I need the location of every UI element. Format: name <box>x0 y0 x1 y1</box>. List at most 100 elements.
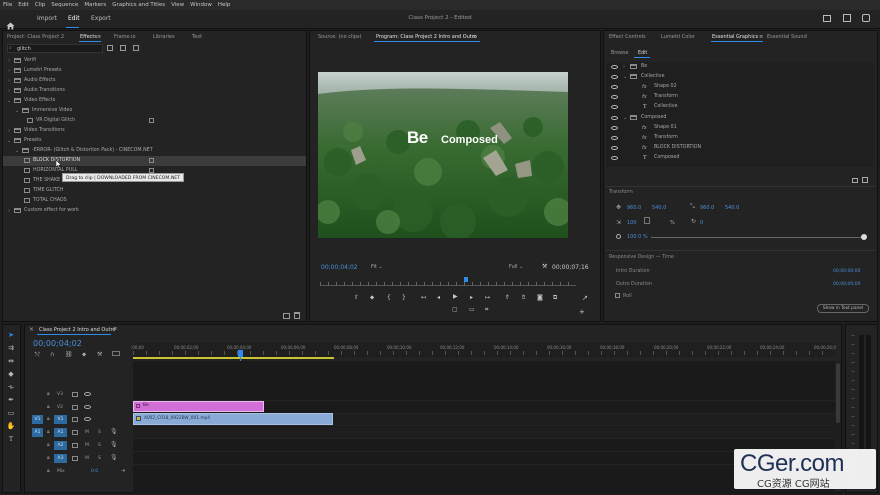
tree-row[interactable]: ⌄ Presets <box>3 136 303 146</box>
tree-row[interactable]: TIME GLITCH <box>3 186 303 196</box>
new-group-icon[interactable] <box>852 178 858 183</box>
scale-lock-icon[interactable] <box>644 217 650 224</box>
expand-arrow-icon[interactable]: ⌄ <box>13 106 21 116</box>
camera-icon[interactable]: ◙ <box>537 294 543 301</box>
lock-icon[interactable]: 🔒︎ <box>47 416 50 422</box>
menu-markers[interactable]: Markers <box>84 2 106 8</box>
tab-text[interactable]: Text <box>192 34 202 40</box>
tree-row[interactable]: › Lumetri Presets <box>3 66 303 76</box>
lock-icon[interactable]: 🔒︎ <box>47 455 50 461</box>
tree-row[interactable]: VR Digital Glitch <box>3 116 303 126</box>
timeline-vertical-scrollbar[interactable] <box>835 361 841 456</box>
type-tool-icon[interactable]: T <box>6 435 16 444</box>
track-lane-v3[interactable] <box>133 389 835 401</box>
32bit-filter-icon[interactable] <box>120 45 126 51</box>
vr-icon[interactable]: ▭ <box>469 306 475 313</box>
timeline-timecode[interactable]: 00;00;04;02 <box>33 339 82 348</box>
rectangle-tool-icon[interactable]: ▭ <box>6 409 16 418</box>
menu-view[interactable]: View <box>171 2 184 8</box>
sync-lock-icon[interactable] <box>72 430 78 435</box>
tree-row[interactable]: › Verifi <box>3 56 303 66</box>
collapse-arrow-icon[interactable]: › <box>5 56 13 66</box>
program-menu-icon[interactable]: ≡ <box>472 34 476 40</box>
mute-button[interactable]: M <box>85 456 89 461</box>
collapse-arrow-icon[interactable]: › <box>5 66 13 76</box>
timeline-menu-icon[interactable]: ≡ <box>113 326 117 332</box>
timeline-wrench-icon[interactable]: ⚒ <box>97 351 102 358</box>
lift-icon[interactable]: ⇮ <box>505 294 510 301</box>
lock-icon[interactable]: 🔒︎ <box>47 391 50 397</box>
menu-sequence[interactable]: Sequence <box>51 2 78 8</box>
eg-layer-row[interactable]: fx Transform <box>608 133 874 143</box>
lock-icon[interactable]: 🔒︎ <box>47 429 50 435</box>
razor-tool-icon[interactable]: ◆ <box>6 370 16 379</box>
menu-graphics[interactable]: Graphics and Titles <box>112 2 165 8</box>
program-video-frame[interactable]: Be Composed <box>318 72 568 238</box>
visibility-eye-icon[interactable] <box>611 146 618 150</box>
safe-margins-icon[interactable]: ▢ <box>452 306 458 313</box>
menu-window[interactable]: Window <box>190 2 212 8</box>
mute-button[interactable]: M <box>85 430 89 435</box>
timeline-tab[interactable]: Class Project 2 Intro and Outro <box>39 327 115 333</box>
track-target-a1[interactable]: A1 <box>54 428 67 437</box>
anchor-y-value[interactable]: 540.0 <box>725 205 739 211</box>
eg-layer-row[interactable]: T Composed <box>608 153 874 163</box>
tree-row[interactable]: ⌄ Video Effects <box>3 96 303 106</box>
fit-dropdown[interactable]: Fit ⌄ <box>371 264 383 270</box>
tree-row[interactable]: › Video Transitions <box>3 126 303 136</box>
expand-arrow-icon[interactable]: ⌄ <box>5 136 13 146</box>
visibility-eye-icon[interactable] <box>611 85 618 89</box>
lock-icon[interactable]: 🔒︎ <box>47 404 50 410</box>
captions-icon[interactable] <box>112 351 120 356</box>
menu-clip[interactable]: Clip <box>35 2 45 8</box>
microphone-icon[interactable]: 🎙︎ <box>110 441 118 448</box>
solo-button[interactable]: S <box>98 456 101 461</box>
timeline-playhead-handle[interactable] <box>238 350 243 357</box>
effects-search-input[interactable]: ⌕ glitch <box>7 44 103 53</box>
tab-program[interactable]: Program: Class Project 2 Intro and Outro <box>376 34 477 40</box>
eg-layer-row[interactable]: › Be <box>608 62 874 72</box>
show-in-text-panel-button[interactable]: Show in Text panel <box>817 304 869 313</box>
eg-layer-row[interactable]: fx Shape 01 <box>608 123 874 133</box>
tab-effects[interactable]: Effects <box>80 34 97 40</box>
lock-icon[interactable]: 🔒︎ <box>47 468 50 474</box>
quality-dropdown[interactable]: Full ⌄ <box>509 264 523 270</box>
visibility-eye-icon[interactable] <box>611 156 618 160</box>
tab-essential-sound[interactable]: Essential Sound <box>767 34 807 40</box>
tab-libraries[interactable]: Libraries <box>153 34 175 40</box>
expand-arrow-icon[interactable]: ⌄ <box>13 146 21 156</box>
eg-layer-row[interactable]: ⌄ Composed <box>608 113 874 123</box>
comparison-icon[interactable]: ⧉ <box>553 294 557 302</box>
eg-layer-row[interactable]: fx Shape 02 <box>608 82 874 92</box>
eg-layer-row[interactable]: fx Transform <box>608 92 874 102</box>
mark-in-icon[interactable]: { <box>387 294 391 301</box>
collapse-arrow-icon[interactable]: › <box>5 76 13 86</box>
menu-edit[interactable]: Edit <box>18 2 29 8</box>
insert-icon[interactable]: ⇧ <box>354 294 359 301</box>
step-back-icon[interactable]: ◂ <box>437 294 440 301</box>
snap-icon[interactable]: ∩ <box>50 351 54 358</box>
new-layer-icon[interactable] <box>862 177 868 183</box>
expand-arrow-icon[interactable]: ⌄ <box>623 72 627 82</box>
opacity-slider-handle[interactable] <box>861 234 867 240</box>
program-current-timecode[interactable]: 00;00;04;02 <box>321 264 358 271</box>
marker-icon[interactable]: ⬥ <box>370 294 374 302</box>
accelerated-filter-icon[interactable] <box>107 45 113 51</box>
sync-lock-icon[interactable] <box>72 405 78 410</box>
solo-button[interactable]: S <box>98 443 101 448</box>
track-lane-a2[interactable] <box>133 440 835 452</box>
sync-lock-icon[interactable] <box>72 456 78 461</box>
nest-icon[interactable]: ⤲ <box>35 351 40 359</box>
go-to-end-icon[interactable]: ⇥ <box>121 468 125 474</box>
mix-value[interactable]: 0.0 <box>91 469 98 474</box>
eg-layer-row[interactable]: ⌄ Collective <box>608 72 874 82</box>
subtab-edit[interactable]: Edit <box>638 51 647 56</box>
tab-effect-controls[interactable]: Effect Controls <box>609 34 646 40</box>
menu-help[interactable]: Help <box>218 2 231 8</box>
track-lane-a3[interactable] <box>133 453 835 465</box>
new-folder-icon[interactable] <box>283 313 290 319</box>
grid-icon[interactable]: ⌗ <box>485 306 488 314</box>
expand-arrow-icon[interactable]: ⌄ <box>623 113 627 123</box>
track-eye-icon[interactable] <box>84 417 91 421</box>
yuv-filter-icon[interactable] <box>133 45 139 51</box>
